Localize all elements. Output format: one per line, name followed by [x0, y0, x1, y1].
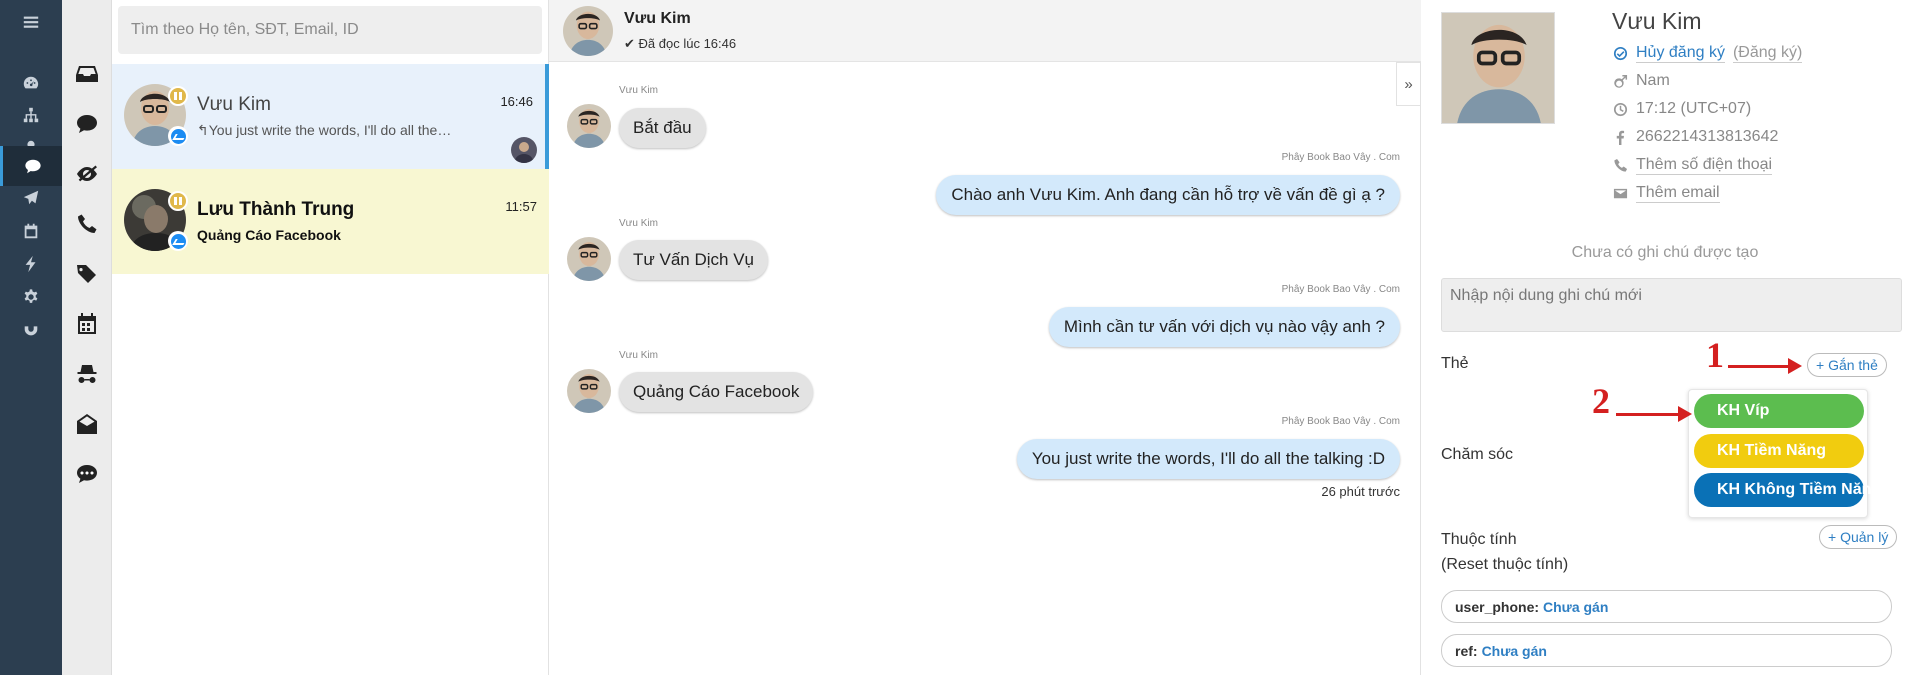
avatar	[567, 369, 611, 413]
snippet-text: You just write the words, I'll do all th…	[208, 122, 452, 138]
phone-icon	[1612, 158, 1628, 174]
annotation-number-1: 1	[1706, 335, 1724, 375]
avatar	[563, 6, 613, 56]
magnet-icon[interactable]	[0, 310, 62, 350]
menu-toggle-icon[interactable]	[0, 2, 62, 42]
profile-name: Vưu Kim	[1612, 8, 1702, 34]
message-bubble-incoming: Tư Vấn Dịch Vụ	[619, 240, 768, 280]
attribute-row[interactable]: user_phone: Chưa gán	[1441, 590, 1892, 623]
check-icon: ✔	[624, 36, 635, 51]
collapse-panel-button[interactable]: »	[1396, 62, 1420, 106]
main-nav	[0, 0, 62, 675]
subscription-row: Hủy đăng ký (Đăng ký)	[1612, 44, 1803, 63]
attribute-key: user_phone:	[1455, 598, 1540, 615]
gender-text: Nam	[1636, 72, 1670, 89]
conversation-time: 16:46	[500, 94, 533, 109]
attribute-key: ref:	[1455, 642, 1478, 659]
add-tag-button[interactable]: + Gắn thẻ	[1807, 353, 1887, 377]
timezone-text: 17:12 (UTC+07)	[1636, 100, 1752, 117]
incognito-icon[interactable]	[62, 354, 112, 394]
chat-header: Vưu Kim ✔ Đã đọc lúc 16:46 f	[549, 0, 1905, 62]
email-row: Thêm email	[1612, 184, 1720, 203]
conversation-name: Vưu Kim	[197, 94, 271, 115]
pause-icon	[168, 191, 188, 211]
add-phone-link[interactable]: Thêm số điện thoại	[1636, 156, 1773, 175]
attribute-row[interactable]: ref: Chưa gán	[1441, 634, 1892, 667]
reply-icon: ↰	[197, 122, 209, 138]
tags-icon[interactable]	[62, 254, 112, 294]
envelope-icon	[1612, 186, 1628, 202]
calendar-grid-icon[interactable]	[62, 304, 112, 344]
message-bubble-incoming: Bắt đầu	[619, 108, 706, 148]
conversation-snippet: Quảng Cáo Facebook	[197, 227, 341, 243]
message-sender: Vưu Kim	[619, 85, 658, 96]
chat-panel: Vưu Kim ✔ Đã đọc lúc 16:46 f » Vưu Kim B…	[549, 0, 1905, 675]
note-input[interactable]	[1441, 278, 1902, 332]
care-label: Chăm sóc	[1441, 446, 1514, 463]
tag-option-not-potential[interactable]: KH Không Tiềm Năng	[1694, 473, 1881, 507]
chat-dots-icon[interactable]	[62, 454, 112, 494]
filter-column	[62, 0, 112, 675]
messenger-icon	[168, 126, 188, 146]
timezone-row: 17:12 (UTC+07)	[1612, 100, 1751, 118]
message-sender: Phây Book Bao Vây . Com	[1281, 284, 1400, 295]
profile-avatar	[1441, 12, 1555, 124]
conversation-name: Lưu Thành Trung	[197, 199, 355, 220]
phone-row: Thêm số điện thoại	[1612, 156, 1773, 175]
manage-attributes-button[interactable]: + Quản lý	[1819, 525, 1898, 549]
envelope-open-icon[interactable]	[62, 404, 112, 444]
message-sender: Phây Book Bao Vây . Com	[1281, 152, 1400, 163]
read-status: ✔ Đã đọc lúc 16:46	[624, 36, 736, 52]
pause-icon	[168, 86, 188, 106]
facebook-icon	[1612, 129, 1628, 145]
attribute-value: Chưa gán	[1481, 642, 1547, 659]
conversation-snippet: ↰You just write the words, I'll do all t…	[197, 122, 451, 139]
annotation-arrow-2	[1616, 406, 1692, 422]
gender-row: Nam	[1612, 72, 1670, 90]
tag-option-vip[interactable]: KH Víp	[1694, 394, 1864, 428]
tag-dropdown: KH Víp KH Tiềm Năng KH Không Tiềm Năng	[1688, 389, 1881, 518]
check-circle-icon	[1612, 46, 1628, 62]
message-sender: Phây Book Bao Vây . Com	[1281, 416, 1400, 427]
phone-icon[interactable]	[62, 204, 112, 244]
conversation-list: Vưu Kim 16:46 ↰You just write the words,…	[112, 0, 549, 675]
eye-slash-icon[interactable]	[62, 154, 112, 194]
comment-icon[interactable]	[62, 104, 112, 144]
chat-contact-name: Vưu Kim	[624, 10, 691, 27]
avatar	[567, 104, 611, 148]
annotation-number-2: 2	[1592, 381, 1610, 421]
unsubscribe-link[interactable]: Hủy đăng ký	[1636, 44, 1725, 63]
message-sender: Vưu Kim	[619, 350, 658, 361]
read-status-text: Đã đọc lúc 16:46	[638, 36, 737, 51]
subscribe-link[interactable]: (Đăng ký)	[1732, 44, 1803, 63]
message-bubble-outgoing: Mình cần tư vấn với dịch vụ nào vậy anh …	[1048, 307, 1400, 347]
conversation-time: 11:57	[505, 199, 537, 214]
message-bubble-outgoing: You just write the words, I'll do all th…	[1016, 439, 1400, 479]
annotation-arrow-1	[1728, 358, 1802, 374]
messenger-icon	[168, 231, 188, 251]
attribute-value: Chưa gán	[1543, 598, 1609, 615]
conversation-item[interactable]: Lưu Thành Trung 11:57 Quảng Cáo Facebook	[112, 169, 549, 274]
male-icon	[1612, 73, 1628, 89]
message-bubble-outgoing: Chào anh Vưu Kim. Anh đang cần hỗ trợ về…	[936, 175, 1400, 215]
tag-option-potential[interactable]: KH Tiềm Năng	[1694, 434, 1864, 468]
add-email-link[interactable]: Thêm email	[1636, 184, 1720, 203]
facebook-id-text: 2662214313813642	[1636, 128, 1779, 145]
facebook-id-row: 2662214313813642	[1612, 128, 1778, 146]
message-sender: Vưu Kim	[619, 218, 658, 229]
message-bubble-incoming: Quảng Cáo Facebook	[619, 372, 814, 412]
reset-attributes-link[interactable]: (Reset thuộc tính)	[1441, 556, 1568, 574]
conversation-item[interactable]: Vưu Kim 16:46 ↰You just write the words,…	[112, 64, 549, 169]
tags-label: Thẻ	[1441, 355, 1469, 372]
assignee-avatar	[511, 137, 537, 163]
note-empty-text: Chưa có ghi chú được tạo	[1571, 244, 1759, 261]
message-time-ago: 26 phút trước	[1321, 484, 1400, 499]
attributes-label: Thuộc tính	[1441, 531, 1517, 548]
search-input[interactable]	[118, 6, 542, 54]
clock-icon	[1612, 101, 1628, 117]
avatar	[567, 237, 611, 281]
profile-panel: Vưu Kim Hủy đăng ký (Đăng ký) Nam 17:12 …	[1421, 0, 1909, 675]
inbox-icon[interactable]	[62, 54, 112, 94]
